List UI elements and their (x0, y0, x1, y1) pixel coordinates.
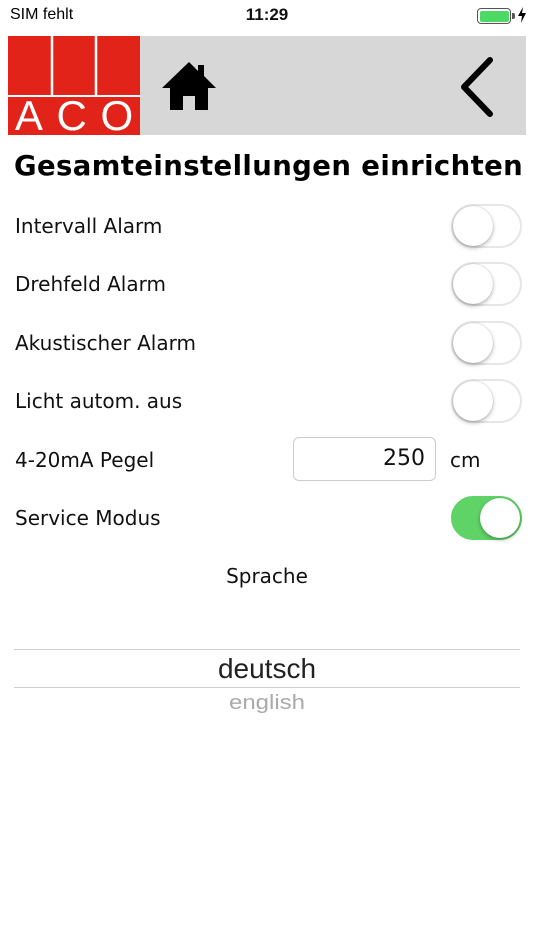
service-modus-toggle[interactable] (451, 496, 522, 540)
picker-selected-option[interactable]: deutsch (14, 650, 520, 688)
pegel-input[interactable]: 250 (293, 437, 436, 481)
logo-letter: C (56, 92, 87, 136)
setting-row-licht-autom-aus: Licht autom. aus (0, 376, 534, 426)
app-header: A C O (8, 36, 526, 135)
aco-logo: A C O (8, 36, 140, 135)
setting-label: Service Modus (15, 506, 161, 530)
setting-row-drehfeld-alarm: Drehfeld Alarm (0, 259, 534, 309)
setting-row-service-modus: Service Modus (0, 493, 534, 543)
setting-label: Akustischer Alarm (15, 331, 196, 355)
setting-row-intervall-alarm: Intervall Alarm (0, 201, 534, 251)
akustischer-alarm-toggle[interactable] (451, 321, 522, 365)
drehfeld-alarm-toggle[interactable] (451, 262, 522, 306)
intervall-alarm-toggle[interactable] (451, 204, 522, 248)
page-title: Gesamteinstellungen einrichten (14, 150, 524, 182)
picker-option[interactable]: english (14, 690, 520, 716)
charging-bolt-icon (518, 7, 526, 23)
battery-icon (477, 8, 515, 24)
picker-divider (14, 687, 520, 688)
chevron-left-icon[interactable] (456, 56, 496, 118)
status-time: 11:29 (245, 5, 289, 24)
home-icon[interactable] (160, 60, 218, 112)
licht-autom-aus-toggle[interactable] (451, 379, 522, 423)
language-picker[interactable]: deutsch english (14, 620, 520, 740)
setting-row-pegel: 4-20mA Pegel 250 cm (0, 435, 534, 485)
pegel-unit: cm (450, 448, 481, 472)
status-bar: SIM fehlt 11:29 (0, 0, 534, 32)
logo-letter: A (14, 92, 43, 136)
setting-label: Drehfeld Alarm (15, 272, 166, 296)
setting-label: Intervall Alarm (15, 214, 163, 238)
setting-label: Licht autom. aus (15, 389, 183, 413)
setting-label: 4-20mA Pegel (15, 448, 155, 472)
setting-row-akustischer-alarm: Akustischer Alarm (0, 318, 534, 368)
logo-letter: O (100, 92, 134, 136)
language-label: Sprache (226, 564, 308, 588)
